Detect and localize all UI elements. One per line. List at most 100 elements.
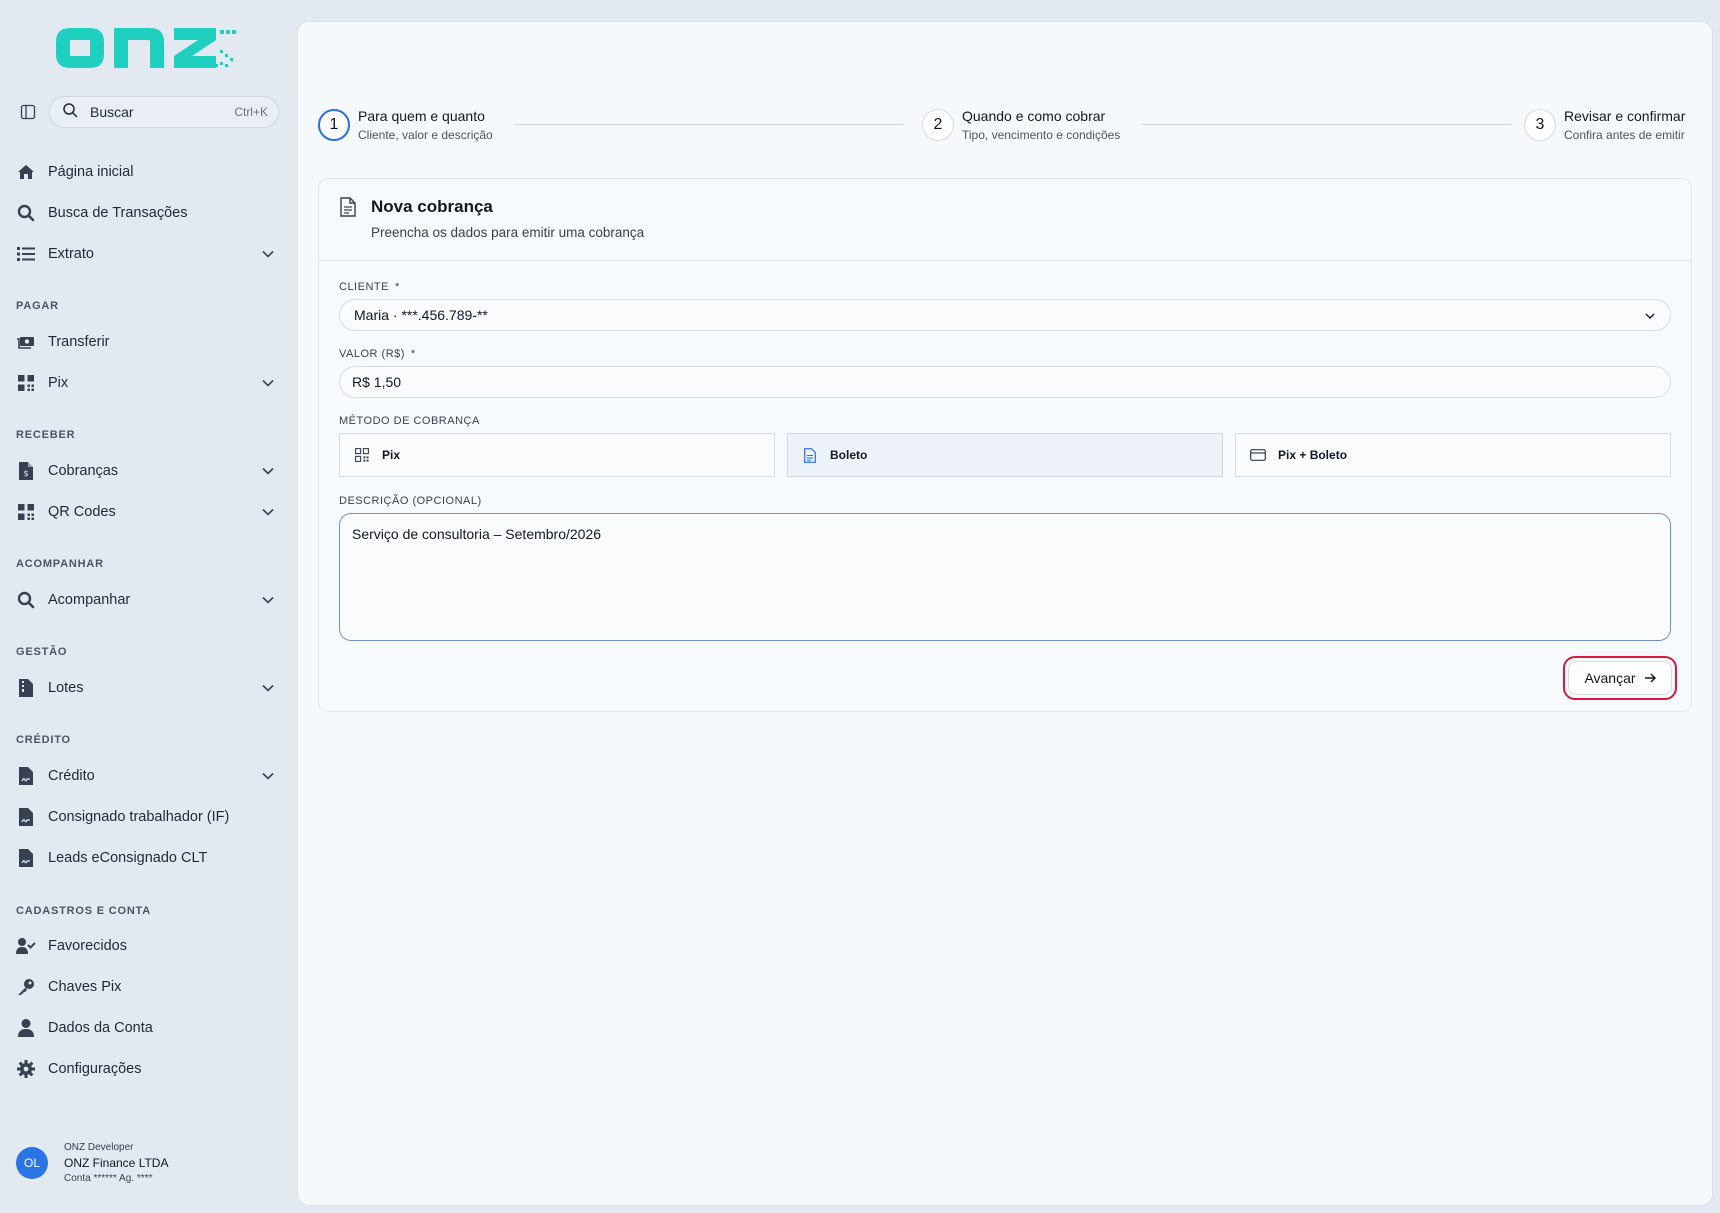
sidebar-item-chaves-pix[interactable]: Chaves Pix bbox=[0, 969, 296, 1005]
required-mark: * bbox=[410, 348, 416, 360]
descricao-textarea[interactable]: Serviço de consultoria – Setembro/2026 bbox=[339, 513, 1671, 641]
step-number: 2 bbox=[922, 109, 954, 141]
chevron-down-icon bbox=[260, 246, 276, 262]
sidebar-item-busca-transacoes[interactable]: Busca de Transações bbox=[0, 195, 296, 231]
metodo-label-pix: Pix bbox=[382, 448, 401, 462]
metodo-label-pix-boleto: Pix + Boleto bbox=[1278, 448, 1348, 462]
descricao-value: Serviço de consultoria – Setembro/2026 bbox=[352, 526, 602, 542]
cliente-value: Maria · ***.456.789-** bbox=[354, 307, 488, 323]
search-placeholder: Buscar bbox=[90, 104, 134, 120]
user-account: Conta ****** Ag. **** bbox=[64, 1173, 153, 1184]
step-2: 2 Quando e como cobrar Tipo, vencimento … bbox=[922, 108, 1120, 142]
card-title: Nova cobrança bbox=[371, 197, 493, 216]
sidebar-item-cobrancas[interactable]: $ Cobranças bbox=[0, 453, 296, 489]
valor-label-text: VALOR (R$) bbox=[339, 348, 405, 360]
card-header: Nova cobrança Preencha os dados para emi… bbox=[319, 179, 1691, 261]
valor-value: R$ 1,50 bbox=[352, 374, 402, 390]
sidebar-item-leads-econsignado[interactable]: Leads eConsignado CLT bbox=[0, 840, 296, 876]
section-title-receber: RECEBER bbox=[16, 429, 76, 441]
nova-cobranca-card: Nova cobrança Preencha os dados para emi… bbox=[318, 178, 1692, 712]
main-panel: 1 Para quem e quanto Cliente, valor e de… bbox=[297, 21, 1713, 1206]
user-company: ONZ Finance LTDA bbox=[64, 1156, 169, 1170]
metodo-label-boleto: Boleto bbox=[830, 448, 868, 462]
avancar-label: Avançar bbox=[1584, 670, 1636, 686]
sidebar-item-configuracoes[interactable]: Configurações bbox=[0, 1051, 296, 1087]
invoice-icon: $ bbox=[16, 461, 36, 481]
cliente-label: CLIENTE * bbox=[339, 281, 400, 293]
chevron-down-icon bbox=[260, 680, 276, 696]
onz-logo[interactable] bbox=[54, 20, 238, 76]
chevron-down-icon bbox=[260, 375, 276, 391]
search-icon bbox=[16, 203, 36, 223]
cliente-label-text: CLIENTE bbox=[339, 281, 389, 293]
chevron-down-icon bbox=[260, 592, 276, 608]
stepper: 1 Para quem e quanto Cliente, valor e de… bbox=[318, 108, 1692, 148]
required-mark: * bbox=[394, 281, 400, 293]
sidebar-item-credito[interactable]: Crédito bbox=[0, 758, 296, 794]
chevron-down-icon bbox=[260, 463, 276, 479]
list-icon bbox=[16, 244, 36, 264]
sidebar-item-lotes[interactable]: Lotes bbox=[0, 670, 296, 706]
file-signature-icon bbox=[16, 848, 36, 868]
qr-grid-icon bbox=[16, 502, 36, 522]
search-shortcut: Ctrl+K bbox=[234, 105, 268, 119]
step-subtitle: Cliente, valor e descrição bbox=[358, 128, 493, 142]
sidebar-item-acompanhar[interactable]: Acompanhar bbox=[0, 582, 296, 618]
home-icon bbox=[16, 162, 36, 182]
document-icon bbox=[802, 447, 818, 463]
gear-icon bbox=[16, 1059, 36, 1079]
user-profile[interactable]: OL ONZ Developer ONZ Finance LTDA Conta … bbox=[16, 1142, 168, 1184]
section-title-pagar: PAGAR bbox=[16, 300, 59, 312]
step-number: 1 bbox=[318, 109, 350, 141]
descricao-label: DESCRIÇÃO (OPCIONAL) bbox=[339, 495, 482, 507]
valor-input[interactable]: R$ 1,50 bbox=[339, 366, 1671, 398]
metodo-option-pix-boleto[interactable]: Pix + Boleto bbox=[1235, 433, 1671, 477]
search-icon bbox=[16, 590, 36, 610]
sidebar-item-pagina-inicial[interactable]: Página inicial bbox=[0, 154, 296, 190]
metodo-option-boleto[interactable]: Boleto bbox=[787, 433, 1223, 477]
search-input[interactable]: Buscar Ctrl+K bbox=[49, 96, 279, 128]
document-icon bbox=[339, 197, 359, 217]
chevron-down-icon bbox=[260, 504, 276, 520]
section-title-acompanhar: ACOMPANHAR bbox=[16, 558, 104, 570]
section-title-gestao: GESTÃO bbox=[16, 646, 68, 658]
file-signature-icon bbox=[16, 766, 36, 786]
sidebar-item-consignado-trabalhador[interactable]: Consignado trabalhador (IF) bbox=[0, 799, 296, 835]
money-transfer-icon bbox=[16, 332, 36, 352]
sidebar-item-extrato[interactable]: Extrato bbox=[0, 236, 296, 272]
file-signature-icon bbox=[16, 807, 36, 827]
sidebar-item-favorecidos[interactable]: Favorecidos bbox=[0, 928, 296, 964]
key-icon bbox=[16, 977, 36, 997]
step-title: Revisar e confirmar bbox=[1564, 108, 1686, 124]
step-3: 3 Revisar e confirmar Confira antes de e… bbox=[1524, 108, 1685, 142]
sidebar-item-dados-conta[interactable]: Dados da Conta bbox=[0, 1010, 296, 1046]
section-title-credito: CRÉDITO bbox=[16, 734, 71, 746]
qr-grid-icon bbox=[354, 447, 370, 463]
avancar-button[interactable]: Avançar bbox=[1568, 661, 1672, 695]
sidebar-toggle-icon[interactable] bbox=[18, 102, 38, 122]
step-subtitle: Confira antes de emitir bbox=[1564, 128, 1685, 142]
user-check-icon bbox=[16, 936, 36, 956]
svg-text:$: $ bbox=[23, 469, 28, 478]
card-icon bbox=[1250, 447, 1266, 463]
file-zip-icon bbox=[16, 678, 36, 698]
arrow-right-icon bbox=[1644, 672, 1656, 684]
chevron-down-icon bbox=[260, 768, 276, 784]
valor-label: VALOR (R$) * bbox=[339, 348, 416, 360]
chevron-down-icon bbox=[1642, 308, 1658, 324]
sidebar-item-transferir[interactable]: Transferir bbox=[0, 324, 296, 360]
metodo-option-pix[interactable]: Pix bbox=[339, 433, 775, 477]
user-icon bbox=[16, 1018, 36, 1038]
step-connector bbox=[514, 124, 904, 125]
step-title: Para quem e quanto bbox=[358, 108, 485, 124]
sidebar-item-qr-codes[interactable]: QR Codes bbox=[0, 494, 296, 530]
qr-grid-icon bbox=[16, 373, 36, 393]
step-1: 1 Para quem e quanto Cliente, valor e de… bbox=[318, 108, 493, 142]
section-title-cadastros: CADASTROS E CONTA bbox=[16, 905, 152, 917]
metodo-label: MÉTODO DE COBRANÇA bbox=[339, 415, 480, 427]
search-icon bbox=[62, 102, 78, 123]
cliente-select[interactable]: Maria · ***.456.789-** bbox=[339, 299, 1671, 331]
step-subtitle: Tipo, vencimento e condições bbox=[962, 128, 1121, 142]
sidebar-item-pix[interactable]: Pix bbox=[0, 365, 296, 401]
step-connector bbox=[1142, 124, 1512, 125]
